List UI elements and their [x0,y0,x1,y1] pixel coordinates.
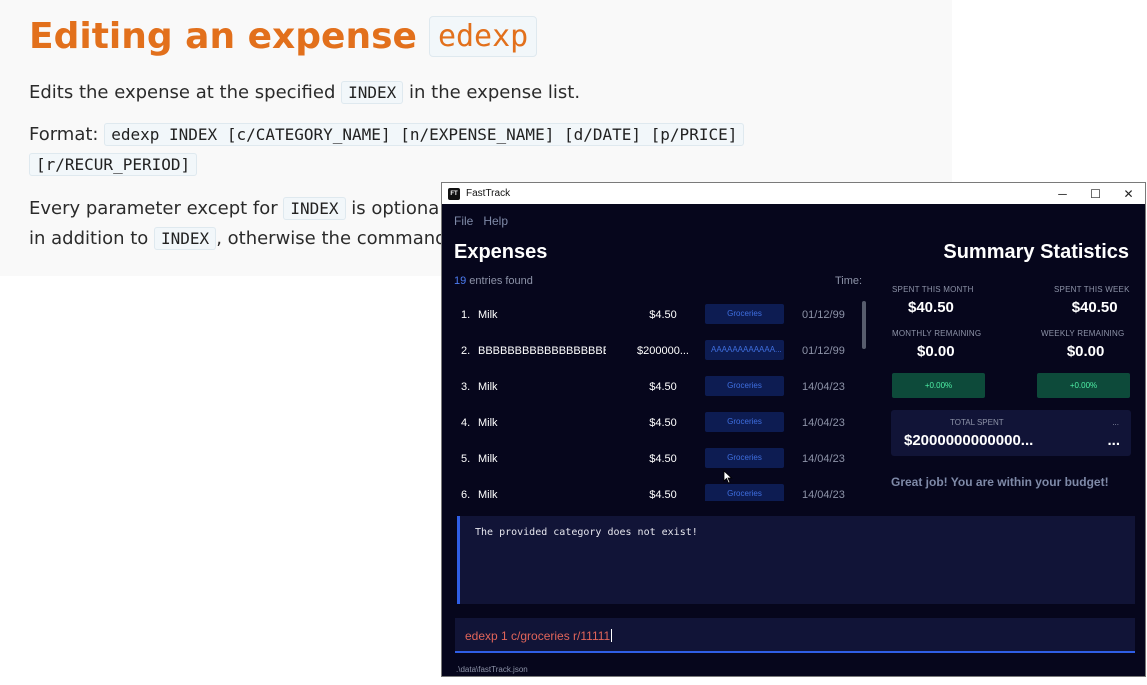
expense-name: Milk [478,417,498,429]
expense-name: BBBBBBBBBBBBBBBBBB... [478,345,606,357]
expense-index: 1. [461,309,471,321]
expense-row[interactable]: 5. Milk $4.50 Groceries 14/04/23 [442,439,866,475]
doc-heading-text: Editing an expense [29,15,417,57]
window-titlebar[interactable]: FT FastTrack ─ ☐ ✕ [442,183,1145,204]
doc-description: Edits the expense at the specified INDEX… [29,78,949,108]
spent-this-week: SPENT THIS WEEK $40.50 [1054,285,1130,316]
fasttrack-app-icon: FT [448,187,460,200]
expense-list[interactable]: 1. Milk $4.50 Groceries 01/12/99 2. BBBB… [442,295,866,501]
fasttrack-window: FT FastTrack ─ ☐ ✕ File Help Expenses Su… [441,182,1146,677]
total-spent-label: TOTAL SPENT [950,418,1004,427]
menu-file[interactable]: File [454,214,473,228]
expense-price: $4.50 [649,417,677,429]
window-title: FastTrack [466,188,511,199]
expense-date: 14/04/23 [802,453,845,465]
time-label: Time: [835,275,863,287]
monthly-remaining-label: MONTHLY REMAINING [892,329,982,338]
expense-row[interactable]: 6. Milk $4.50 Groceries 14/04/23 [442,475,866,501]
weekly-remaining-label: WEEKLY REMAINING [1041,329,1125,338]
weekly-remaining-value: $0.00 [1066,343,1105,360]
expense-name: Milk [478,309,498,321]
spent-week-value: $40.50 [1071,299,1118,316]
summary-title: Summary Statistics [943,241,1129,263]
budget-message: Great job! You are within your budget! [891,475,1109,489]
result-display[interactable]: The provided category does not exist! [457,516,1135,604]
doc-text: in the expense list. [403,82,581,103]
expense-row[interactable]: 4. Milk $4.50 Groceries 14/04/23 [442,403,866,439]
spent-this-month: SPENT THIS MONTH $40.50 [892,285,974,316]
expense-category-badge: Groceries [705,412,784,432]
spent-month-value: $40.50 [908,299,954,316]
expense-category-badge: Groceries [705,448,784,468]
expense-row[interactable]: 2. BBBBBBBBBBBBBBBBBB... $200000... AAAA… [442,331,866,367]
inline-code: INDEX [341,81,404,104]
expense-category-badge: Groceries [705,376,784,396]
expense-date: 14/04/23 [802,381,845,393]
expense-name: Milk [478,381,498,393]
status-bar-path: .\data\fastTrack.json [456,665,528,674]
doc-heading-code: edexp [428,15,538,57]
doc-text: in addition to [29,228,155,249]
expenses-title: Expenses [454,241,548,263]
expense-date: 01/12/99 [802,309,845,321]
expense-name: Milk [478,453,498,465]
expense-price: $4.50 [649,453,677,465]
window-controls: ─ ☐ ✕ [1046,183,1145,204]
expense-category-badge: Groceries [705,484,784,501]
expense-price: $4.50 [649,489,677,501]
command-value: edexp 1 c/groceries r/11111 [465,629,611,643]
menu-bar: File Help [454,214,508,228]
format-code: edexp INDEX [c/CATEGORY_NAME] [n/EXPENSE… [104,123,745,146]
doc-format: Format: edexp INDEX [c/CATEGORY_NAME] [n… [29,120,949,180]
doc-text: Format: [29,124,105,145]
expense-index: 4. [461,417,471,429]
text-caret [611,629,613,642]
total-spent-value: $2000000000000... [904,432,1034,449]
weekly-change-badge: +0.00% [1037,373,1130,398]
expense-date: 01/12/99 [802,345,845,357]
doc-text: Edits the expense at the specified [29,82,342,103]
entries-label: entries found [466,275,533,287]
monthly-remaining-value: $0.00 [917,343,955,360]
expense-category-badge: AAAAAAAAAAAA... [705,340,784,360]
doc-text: , otherwise the command w [216,228,468,249]
expense-category-badge: Groceries [705,304,784,324]
expense-date: 14/04/23 [802,489,845,501]
minimize-button[interactable]: ─ [1046,183,1079,204]
expense-price: $4.50 [649,381,677,393]
expense-price: $4.50 [649,309,677,321]
entries-found: 19 entries found [454,275,533,287]
format-code-continued: [r/RECUR_PERIOD] [29,153,198,176]
result-message: The provided category does not exist! [475,527,698,538]
expense-price: $200000... [637,345,689,357]
command-text: edexp 1 c/groceries r/11111 [465,629,613,643]
expense-row[interactable]: 1. Milk $4.50 Groceries 01/12/99 [442,295,866,331]
expense-index: 2. [461,345,471,357]
expense-index: 3. [461,381,471,393]
expense-index: 6. [461,489,471,501]
inline-code: INDEX [154,227,217,250]
doc-text: Every parameter except for [29,198,284,219]
spent-month-label: SPENT THIS MONTH [892,285,974,294]
monthly-change-badge: +0.00% [892,373,985,398]
expense-list-scrollbar[interactable] [862,301,866,349]
doc-heading: Editing an expense edexp [29,12,949,60]
expense-date: 14/04/23 [802,417,845,429]
expense-name: Milk [478,489,498,501]
expense-index: 5. [461,453,471,465]
close-button[interactable]: ✕ [1112,183,1145,204]
monthly-remaining: MONTHLY REMAINING $0.00 [892,329,981,360]
total-spent-card: TOTAL SPENT $2000000000000... ... ... [891,410,1131,456]
entries-count: 19 [454,275,467,287]
command-input[interactable]: edexp 1 c/groceries r/11111 [455,618,1135,653]
weekly-remaining: WEEKLY REMAINING $0.00 [1041,329,1124,360]
expense-row[interactable]: 3. Milk $4.50 Groceries 14/04/23 [442,367,866,403]
spent-week-label: SPENT THIS WEEK [1054,285,1130,294]
inline-code: INDEX [283,197,346,220]
mouse-cursor-icon [723,470,733,484]
total-extra-value: ... [1107,432,1120,449]
maximize-button[interactable]: ☐ [1079,183,1112,204]
menu-help[interactable]: Help [483,214,508,228]
total-extra-label: ... [1112,418,1119,427]
